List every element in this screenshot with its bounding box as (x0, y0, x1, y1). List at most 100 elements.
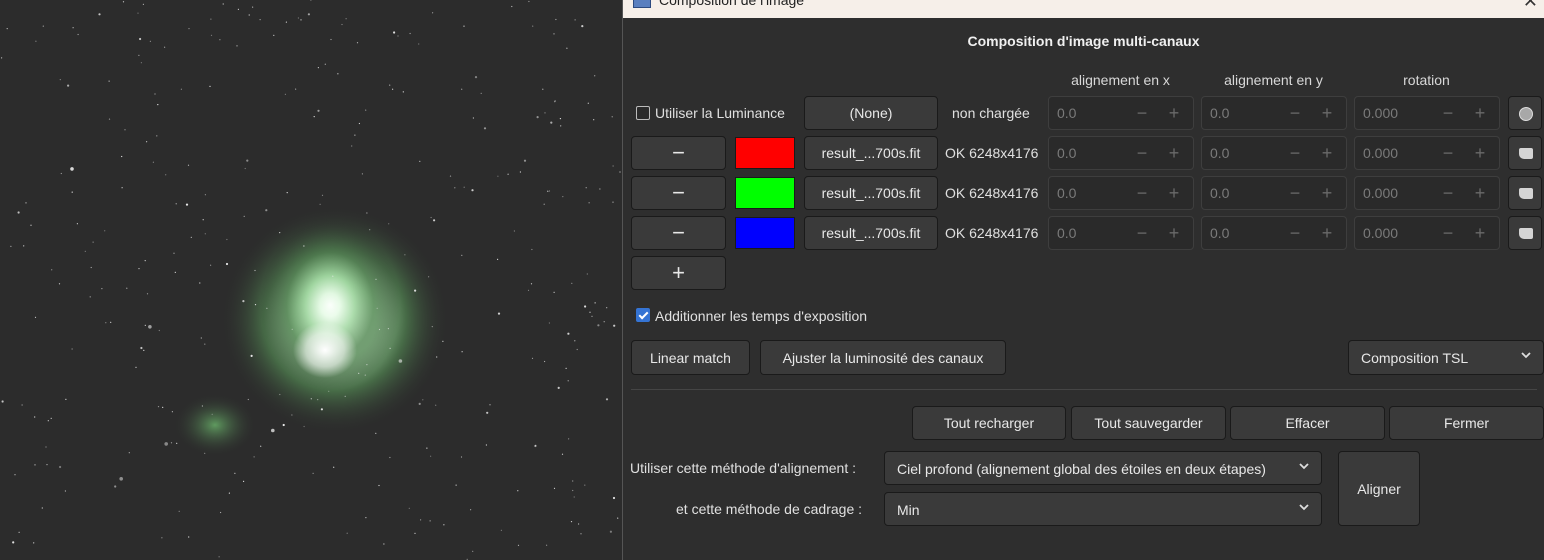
channel-2-align-x-spinner[interactable]: 0.0− + (1048, 176, 1194, 210)
star (200, 337, 202, 339)
clear-button[interactable]: Effacer (1230, 406, 1385, 440)
star (433, 219, 436, 222)
sum-exposure-checkbox[interactable] (636, 308, 650, 322)
channel-1-options-button[interactable] (1508, 136, 1542, 170)
adjust-brightness-button[interactable]: Ajuster la luminosité des canaux (760, 340, 1006, 375)
star (557, 386, 560, 389)
luminance-align-y-spinner[interactable]: 0.0− + (1201, 96, 1347, 130)
image-preview (0, 0, 622, 560)
star (578, 523, 580, 525)
star (587, 102, 589, 104)
star (461, 88, 463, 90)
star (517, 544, 520, 546)
luminance-file-button[interactable]: (None) (804, 96, 938, 130)
channel-1-file-button[interactable]: result_...700s.fit (804, 136, 938, 170)
channel-2-file-button[interactable]: result_...700s.fit (804, 176, 938, 210)
channel-1-rotation-spinner[interactable]: 0.000− + (1354, 136, 1500, 170)
channel-2-options-button[interactable] (1508, 176, 1542, 210)
star (247, 398, 249, 401)
star (398, 359, 403, 363)
channel-2-align-y-spinner[interactable]: 0.0− + (1201, 176, 1347, 210)
star (454, 187, 456, 189)
channel-3-file-button[interactable]: result_...700s.fit (804, 216, 938, 250)
channel-3-color-swatch[interactable] (735, 217, 795, 249)
star (393, 31, 396, 34)
luminance-align-x-spinner[interactable]: 0.0− + (1048, 96, 1194, 130)
luminance-label: Utiliser la Luminance (655, 105, 785, 121)
channel-1-align-y-spinner[interactable]: 0.0− + (1201, 136, 1347, 170)
star (164, 442, 168, 446)
star (143, 349, 145, 351)
star (128, 452, 130, 454)
star (46, 464, 48, 466)
star (30, 224, 32, 226)
composition-mode-select[interactable]: Composition TSL (1348, 340, 1544, 375)
add-channel-button[interactable]: + (631, 256, 726, 290)
chevron-down-icon (1299, 504, 1309, 511)
channel-3-align-x-spinner[interactable]: 0.0− + (1048, 216, 1194, 250)
linear-match-button[interactable]: Linear match (631, 340, 750, 375)
star (500, 529, 502, 531)
star (303, 245, 305, 247)
star (531, 248, 533, 251)
channel-3-rotation-spinner[interactable]: 0.000− + (1354, 216, 1500, 250)
star (253, 456, 255, 458)
star (589, 311, 591, 313)
star (173, 252, 175, 254)
close-icon[interactable]: ✕ (1523, 0, 1538, 12)
star (76, 223, 78, 225)
star (574, 19, 576, 21)
star (404, 254, 406, 256)
channel-2-rotation-spinner[interactable]: 0.000− + (1354, 176, 1500, 210)
star (591, 315, 593, 317)
align-button[interactable]: Aligner (1338, 451, 1420, 526)
star (550, 121, 553, 124)
star (562, 196, 564, 198)
star (201, 405, 203, 407)
channel-2-color-swatch[interactable] (735, 177, 795, 209)
close-button[interactable]: Fermer (1389, 406, 1544, 440)
alignment-method-select[interactable]: Ciel profond (alignement global des étoi… (884, 451, 1322, 485)
divider (631, 389, 1537, 390)
star (248, 14, 250, 16)
star (612, 496, 616, 500)
composition-dialog: Composition de l'image ✕ Composition d'i… (622, 0, 1544, 560)
framing-method-select[interactable]: Min (884, 492, 1322, 526)
star (286, 192, 288, 194)
star (428, 276, 430, 278)
nebula-image (0, 0, 622, 560)
remove-channel-2-button[interactable]: − (631, 176, 726, 210)
star (303, 425, 305, 428)
star (210, 18, 212, 20)
star (588, 202, 590, 204)
luminance-rotation-spinner[interactable]: 0.000− + (1354, 96, 1500, 130)
star (320, 408, 323, 411)
star (430, 455, 432, 457)
reload-all-button[interactable]: Tout recharger (912, 406, 1066, 440)
star (222, 3, 224, 5)
channel-3-align-y-spinner[interactable]: 0.0− + (1201, 216, 1347, 250)
star (351, 145, 353, 147)
luminance-options-button[interactable] (1508, 96, 1542, 130)
star (319, 203, 321, 205)
remove-channel-3-button[interactable]: − (631, 216, 726, 250)
star (178, 510, 180, 512)
save-all-button[interactable]: Tout sauvegarder (1071, 406, 1226, 440)
star (548, 322, 551, 324)
star (254, 304, 257, 306)
star (313, 116, 315, 118)
star (547, 190, 549, 192)
star (474, 76, 478, 79)
star (89, 296, 91, 298)
star (317, 109, 320, 112)
star (566, 47, 568, 49)
remove-channel-1-button[interactable]: − (631, 136, 726, 170)
channel-3-options-button[interactable] (1508, 216, 1542, 250)
dialog-heading: Composition d'image multi-canaux (967, 33, 1200, 49)
channel-1-align-x-spinner[interactable]: 0.0− + (1048, 136, 1194, 170)
star (333, 466, 335, 468)
luminance-checkbox[interactable] (636, 106, 650, 120)
channel-1-color-swatch[interactable] (735, 137, 795, 169)
star (140, 346, 143, 350)
star (341, 23, 343, 26)
